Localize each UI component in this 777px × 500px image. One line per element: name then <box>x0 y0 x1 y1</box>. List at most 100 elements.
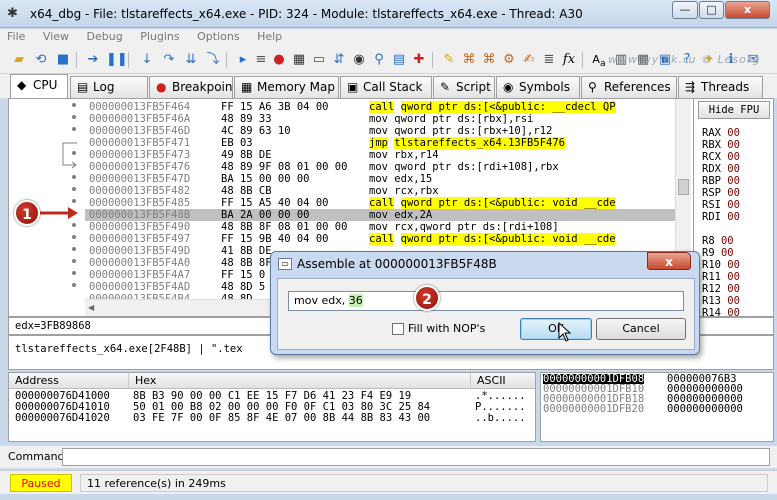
register-rdx[interactable]: RDX 00 <box>702 163 740 175</box>
register-rbp[interactable]: RBP 00 <box>702 175 740 187</box>
memory-map-icon[interactable]: ▦ <box>290 51 308 69</box>
comments-icon[interactable]: ✎ <box>440 51 458 69</box>
threads-icon[interactable]: ▤ <box>390 51 408 69</box>
breakpoint-icon[interactable]: ● <box>270 51 288 69</box>
disasm-row[interactable]: 000000013FB5F490 48 8B 8F 08 01 00 00 mov … <box>85 221 683 233</box>
mouse-cursor-icon <box>558 322 572 342</box>
dump-pane[interactable]: Address Hex ASCII 000000076D41000 8B B3 9… <box>8 372 536 442</box>
disasm-row[interactable]: 000000013FB5F464 FF 15 A6 3B 04 00 call qw… <box>85 101 683 113</box>
cancel-button[interactable]: Cancel <box>596 318 686 340</box>
disasm-row[interactable]: 000000013FB5F482 48 8B CB mov rcx,rbx <box>85 185 683 197</box>
register-rbx[interactable]: RBX 00 <box>702 139 740 151</box>
disasm-row[interactable]: 000000013FB5F47D BA 15 00 00 00 mov edx,15 <box>85 173 683 185</box>
tab-symbols[interactable]: ◉ Symbols <box>496 76 580 98</box>
close-button[interactable]: x <box>725 1 770 19</box>
disasm-bytes: 49 8B DE <box>221 149 272 161</box>
toolbar-separator <box>76 52 77 68</box>
callout-1: 1 <box>14 200 40 226</box>
references-icon[interactable]: ⚲ <box>370 51 388 69</box>
register-r8[interactable]: R8 00 <box>702 235 734 247</box>
disasm-address: 000000013FB5F471 <box>89 137 191 149</box>
fill-nops-checkbox[interactable] <box>392 323 404 335</box>
pause-icon[interactable]: ❚❚ <box>106 51 128 69</box>
register-r12[interactable]: R12 00 <box>702 283 740 295</box>
step-over-icon[interactable]: ↷ <box>160 51 178 69</box>
menu-file[interactable]: File <box>0 29 32 44</box>
menu-help[interactable]: Help <box>250 29 289 44</box>
hide-fpu-button[interactable]: Hide FPU <box>698 101 770 119</box>
register-rcx[interactable]: RCX 00 <box>702 151 740 163</box>
tab-cpu[interactable]: ◆ CPU <box>10 74 68 98</box>
run-to-user-icon[interactable]: ⇊ <box>182 51 200 69</box>
register-rsp[interactable]: RSP 00 <box>702 187 740 199</box>
tab-references[interactable]: ⚲ References <box>581 76 677 98</box>
window-title: x64_dbg - File: tlstareffects_x64.exe - … <box>30 7 583 21</box>
menu-plugins[interactable]: Plugins <box>133 29 186 44</box>
maximize-button[interactable]: □ <box>699 1 724 19</box>
disasm-row[interactable]: 000000013FB5F46A 48 89 33 mov qword ptr ds… <box>85 113 683 125</box>
register-r9[interactable]: R9 00 <box>702 247 734 259</box>
disasm-row[interactable]: 000000013FB5F497 FF 15 9B 40 04 00 call qw… <box>85 233 683 245</box>
disasm-row[interactable]: 000000013FB5F476 48 89 9F 08 01 00 00 mov … <box>85 161 683 173</box>
disasm-bytes: FF 15 0 <box>221 269 266 281</box>
script-icon[interactable]: ⇵ <box>330 51 348 69</box>
log-icon[interactable]: ≡ <box>252 51 270 69</box>
register-rdi[interactable]: RDI 00 <box>702 211 740 223</box>
tab-memory-map[interactable]: ▦ Memory Map <box>234 76 339 98</box>
menu-view[interactable]: View <box>36 29 76 44</box>
open-icon[interactable]: ▰ <box>10 51 28 69</box>
register-rax[interactable]: RAX 00 <box>702 127 740 139</box>
run-selection-icon[interactable]: ▸ <box>234 51 252 69</box>
register-r13[interactable]: R13 00 <box>702 295 740 307</box>
menu-debug[interactable]: Debug <box>80 29 130 44</box>
tab-call-stack[interactable]: ▣ Call Stack <box>340 76 432 98</box>
hex-icon[interactable]: ≣ <box>540 51 558 69</box>
functions-icon[interactable]: ⚙ <box>500 51 518 69</box>
stop-icon[interactable]: ■ <box>54 51 72 69</box>
dump-header-ascii[interactable]: ASCII <box>471 373 535 389</box>
dump-header-hex[interactable]: Hex <box>129 373 471 389</box>
disasm-address: 000000013FB5F482 <box>89 185 191 197</box>
disasm-instruction: mov qword ptr ds:[rbx],rsi <box>369 113 534 125</box>
dialog-title: Assemble at 000000013FB5F48B <box>297 257 497 271</box>
assemble-input[interactable]: mov edx, 36 <box>288 291 684 311</box>
command-input[interactable] <box>62 448 770 466</box>
tab-breakpoints[interactable]: ●Breakpoints <box>149 76 233 98</box>
run-icon[interactable]: ➔ <box>84 51 102 69</box>
disasm-row[interactable]: 000000013FB5F473 49 8B DE mov rbx,r14 <box>85 149 683 161</box>
disasm-row[interactable]: 000000013FB5F471 EB 03 jmp tlstareffects_x… <box>85 137 683 149</box>
register-r10[interactable]: R10 00 <box>702 259 740 271</box>
minimize-button[interactable]: — <box>672 1 698 19</box>
log-icon: ▤ <box>77 80 89 94</box>
tab-log[interactable]: ▤ Log <box>70 76 148 98</box>
symbols-icon[interactable]: ◉ <box>350 51 368 69</box>
stack-pane[interactable]: 00000000001DFB08 000000076B3 00000000001DF… <box>540 372 774 442</box>
font-icon[interactable]: Aa <box>590 51 608 69</box>
labels-icon[interactable]: ⌘ <box>460 51 478 69</box>
execute-till-return-icon[interactable]: ⤵ <box>204 51 222 69</box>
dump-header-address[interactable]: Address <box>9 373 129 389</box>
callout-2: 2 <box>414 285 440 311</box>
watermark: www.wylek.ru © Lesorg <box>608 53 761 66</box>
tab-script[interactable]: ✎ Script <box>433 76 495 98</box>
bookmarks-icon[interactable]: ⌘ <box>480 51 498 69</box>
dialog-close-button[interactable]: x <box>647 252 691 270</box>
memory-map-icon: ▦ <box>241 80 253 94</box>
fx-icon[interactable]: fx <box>560 51 578 69</box>
step-into-icon[interactable]: ↓ <box>138 51 156 69</box>
registers-pane[interactable]: Hide FPU RAX 00 RBX 00 RCX 00 RDX 00 RBP 00 R… <box>693 99 773 319</box>
restart-icon[interactable]: ⟲ <box>32 51 50 69</box>
disasm-row[interactable]: 000000013FB5F46D 4C 89 63 10 mov qword ptr… <box>85 125 683 137</box>
register-rsi[interactable]: RSI 00 <box>702 199 740 211</box>
register-r11[interactable]: R11 00 <box>702 271 740 283</box>
disasm-row[interactable]: 000000013FB5F48B BA 2A 00 00 00 mov edx,2A <box>85 209 683 221</box>
strings-icon[interactable]: ✍ <box>520 51 538 69</box>
patch-icon[interactable]: ✚ <box>410 51 428 69</box>
call-stack-icon: ▣ <box>347 80 359 94</box>
status-bar: Paused 11 reference(s) in 249ms <box>0 470 777 494</box>
disasm-row[interactable]: 000000013FB5F485 FF 15 A5 40 04 00 call qw… <box>85 197 683 209</box>
tab-threads[interactable]: ⇶ Threads <box>678 76 763 98</box>
call-stack-icon[interactable]: ▭ <box>310 51 328 69</box>
menu-options[interactable]: Options <box>190 29 246 44</box>
ok-button[interactable]: OK <box>520 318 592 340</box>
